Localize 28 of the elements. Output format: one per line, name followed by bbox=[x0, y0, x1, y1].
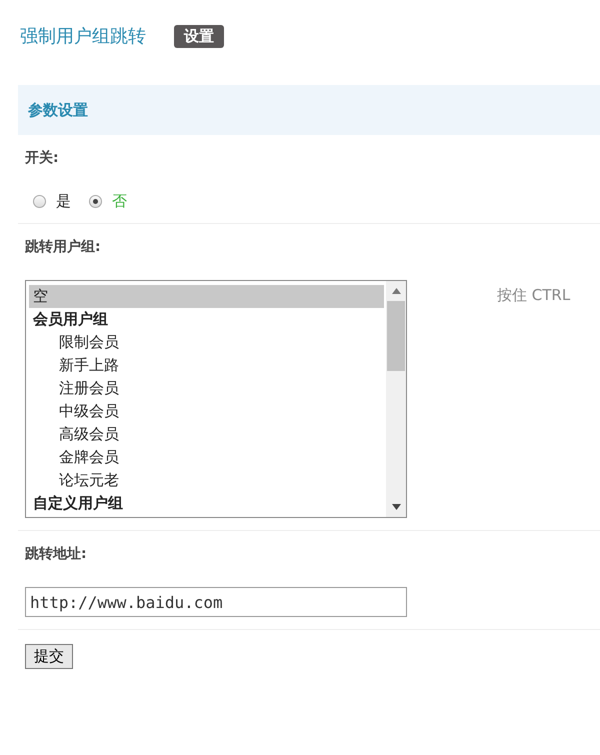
page-title: 强制用户组跳转 bbox=[20, 25, 146, 48]
submit-button[interactable]: 提交 bbox=[25, 644, 73, 669]
radio-label: 是 bbox=[56, 192, 71, 210]
list-option[interactable]: 空 bbox=[29, 285, 384, 308]
radio-button[interactable] bbox=[33, 194, 46, 208]
radio-button[interactable] bbox=[89, 194, 102, 208]
list-option[interactable]: 金牌会员 bbox=[29, 446, 384, 469]
scrollbar[interactable] bbox=[386, 281, 406, 517]
list-option[interactable]: 中级会员 bbox=[29, 400, 384, 423]
field-label: 开关: bbox=[25, 149, 60, 168]
section-header: 参数设置 bbox=[18, 85, 600, 135]
scroll-up-icon[interactable] bbox=[392, 288, 400, 294]
radio-label: 否 bbox=[112, 192, 127, 210]
user-group-listbox[interactable]: 空 会员用户组 限制会员 新手上路 注册会员 中级会员 高级会员 金牌会员 论坛元老 自定义用户组 bbox=[25, 280, 407, 518]
url-input-field[interactable]: http://www.baidu.com bbox=[25, 587, 407, 617]
list-option[interactable]: 注册会员 bbox=[29, 377, 384, 400]
scrollbar-thumb[interactable] bbox=[387, 301, 405, 371]
field-label: 跳转用户组: bbox=[25, 238, 102, 257]
scroll-down-icon[interactable] bbox=[392, 504, 400, 510]
list-option[interactable]: 高级会员 bbox=[29, 423, 384, 446]
group-heading[interactable]: 会员用户组 bbox=[29, 308, 384, 331]
list-option[interactable]: 论坛元老 bbox=[29, 469, 384, 492]
group-heading[interactable]: 自定义用户组 bbox=[29, 492, 384, 515]
field-label: 跳转地址: bbox=[25, 545, 88, 564]
list-option[interactable]: 限制会员 bbox=[29, 331, 384, 354]
settings-button[interactable]: 设置 bbox=[174, 24, 224, 48]
hint-text: 按住 CTRL bbox=[497, 286, 570, 305]
list-option[interactable]: 新手上路 bbox=[29, 354, 384, 377]
